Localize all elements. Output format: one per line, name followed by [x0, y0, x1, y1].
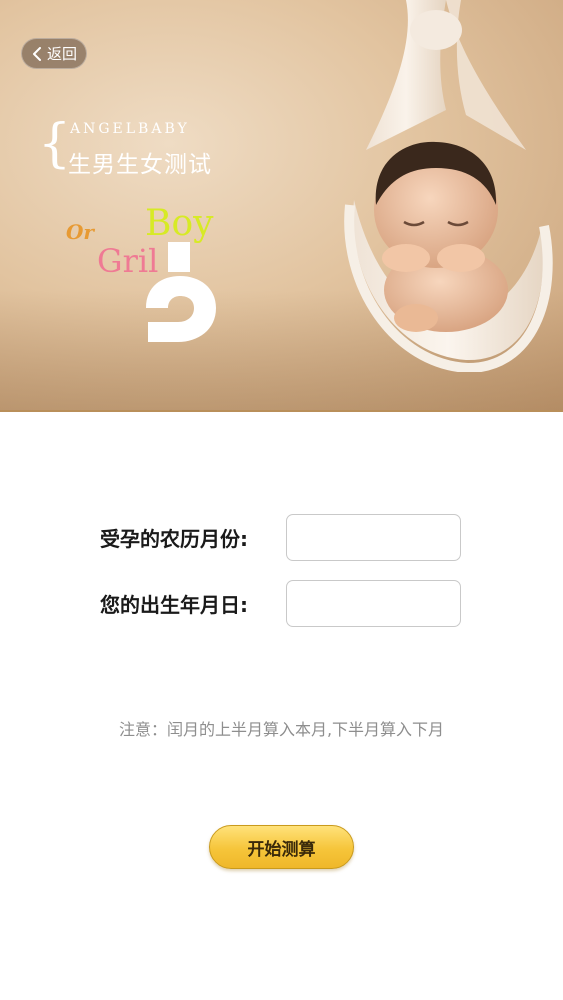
back-label: 返回 [46, 45, 77, 63]
conception-month-row: 受孕的农历月份: [100, 514, 461, 561]
start-calculation-button[interactable]: 开始测算 [209, 825, 354, 869]
conception-month-label: 受孕的农历月份: [100, 527, 248, 551]
question-mark-icon [146, 242, 216, 342]
birth-date-label: 您的出生年月日: [100, 593, 248, 617]
note-text: 注意：闰月的上半月算入本月,下半月算入下月 [118, 720, 445, 739]
conception-month-input[interactable] [286, 514, 461, 561]
banner-title: 生男生女测试 [68, 152, 212, 178]
baby-illustration [344, 0, 553, 372]
birth-date-row: 您的出生年月日: [100, 580, 461, 627]
or-text: Or [66, 220, 94, 244]
brand-name: ANGELBABY [70, 121, 190, 137]
chevron-left-icon [32, 46, 41, 61]
back-button[interactable]: 返回 [21, 38, 87, 69]
birth-date-input[interactable] [286, 580, 461, 627]
hero-banner: 返回 { ANGELBABY 生男生女测试 Or Boy Gril [0, 0, 563, 412]
decorative-brace: { [38, 114, 72, 174]
